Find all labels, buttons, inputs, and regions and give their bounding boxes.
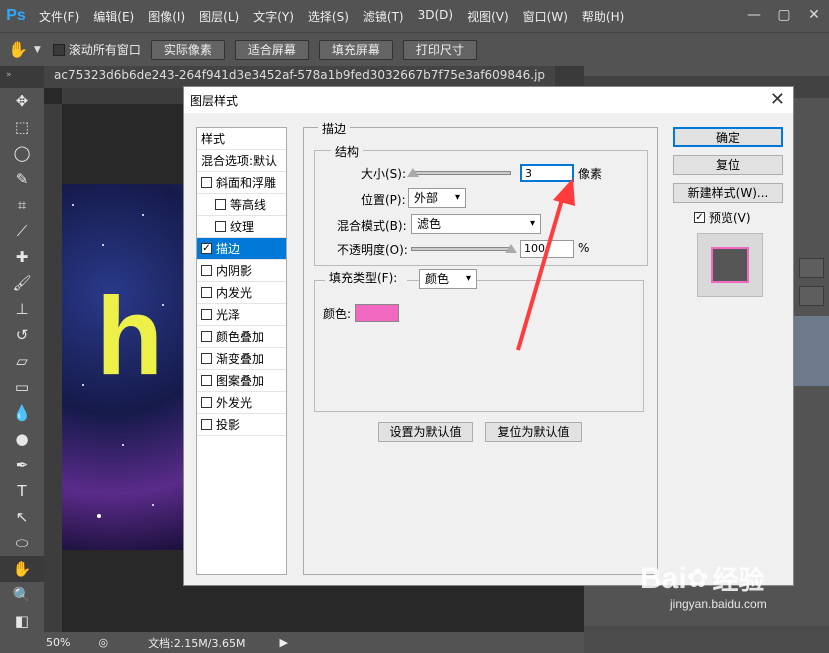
arrow-shaft xyxy=(516,195,565,351)
watermark-url: jingyan.baidu.com xyxy=(670,597,767,611)
baidu-jingyan-text: 经验 xyxy=(712,565,765,595)
annotation-arrow xyxy=(516,178,575,351)
paw-icon: ✿ xyxy=(686,563,709,593)
baidu-logo-text: Bai xyxy=(640,561,687,595)
arrow-head xyxy=(553,178,575,206)
baidu-watermark: Bai ✿ 经验 jingyan.baidu.com xyxy=(640,560,767,612)
